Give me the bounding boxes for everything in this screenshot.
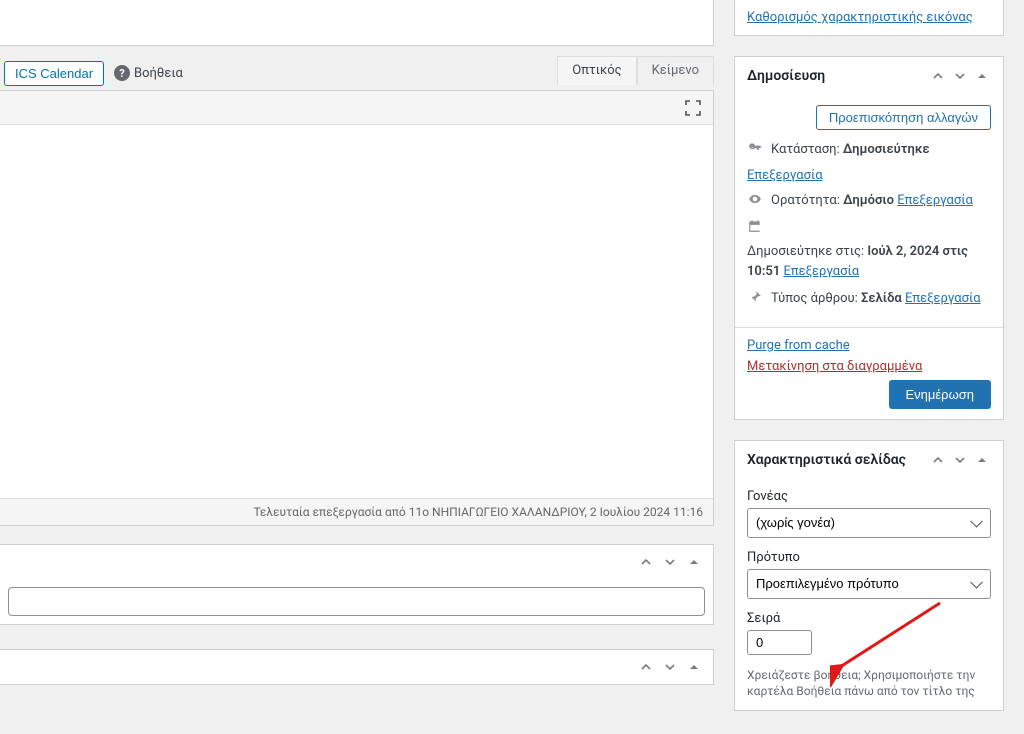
- caret-toggle-icon[interactable]: [973, 451, 991, 469]
- order-input[interactable]: [747, 630, 812, 655]
- chevron-down-icon[interactable]: [661, 553, 679, 571]
- edit-post-type-link[interactable]: Επεξεργασία: [905, 291, 981, 306]
- chevron-up-icon[interactable]: [637, 658, 655, 676]
- parent-label: Γονέας: [747, 489, 991, 504]
- edit-date-link[interactable]: Επεξεργασία: [783, 264, 859, 279]
- editor-last-edit-status: Τελευταία επεξεργασία από 11ο ΝΗΠΙΑΓΩΓΕΙ…: [0, 498, 713, 525]
- fullscreen-icon[interactable]: [683, 98, 703, 118]
- eye-icon: [747, 191, 763, 207]
- preview-changes-button[interactable]: Προεπισκόπηση αλλαγών: [816, 105, 991, 130]
- editor-help-label: Βοήθεια: [134, 66, 183, 81]
- published-on-label: Δημοσιεύτηκε στις:: [747, 244, 864, 259]
- metabox-featured-image: Καθορισμός χαρακτηριστικής εικόνας: [734, 0, 1004, 36]
- caret-toggle-icon[interactable]: [685, 553, 703, 571]
- caret-toggle-icon[interactable]: [973, 67, 991, 85]
- visibility-value: Δημόσιο: [843, 193, 894, 208]
- chevron-up-icon[interactable]: [929, 451, 947, 469]
- editor-visual-toolbar: [0, 91, 713, 125]
- page-attributes-panel-title: Χαρακτηριστικά σελίδας: [747, 452, 906, 468]
- metabox-row-1: [0, 544, 714, 625]
- move-to-trash-link[interactable]: Μετακίνηση στα διαγραμμένα: [747, 359, 991, 374]
- status-label: Κατάσταση:: [771, 142, 840, 157]
- calendar-icon: [747, 218, 763, 234]
- metabox-row-2: [0, 649, 714, 685]
- tab-visual[interactable]: Οπτικός: [557, 56, 636, 85]
- pin-icon: [747, 289, 763, 305]
- chevron-up-icon[interactable]: [929, 67, 947, 85]
- status-value: Δημοσιεύτηκε: [843, 142, 930, 157]
- chevron-down-icon[interactable]: [951, 451, 969, 469]
- page-attributes-help-note: Χρειάζεστε βοήθεια; Χρησιμοποιήστε την κ…: [747, 667, 991, 701]
- editor-mode-tabs: Οπτικός Κείμενο: [557, 56, 714, 85]
- help-icon: ?: [114, 65, 130, 81]
- caret-toggle-icon[interactable]: [685, 658, 703, 676]
- edit-status-link[interactable]: Επεξεργασία: [747, 168, 823, 183]
- editor-body[interactable]: Τελευταία επεξεργασία από 11ο ΝΗΠΙΑΓΩΓΕΙ…: [0, 90, 714, 526]
- editor-main-column: ICS Calendar ? Βοήθεια Οπτικός Κείμενο Τ…: [0, 0, 714, 734]
- publish-panel-title: Δημοσίευση: [747, 68, 825, 84]
- chevron-down-icon[interactable]: [951, 67, 969, 85]
- sidebar: Καθορισμός χαρακτηριστικής εικόνας Δημοσ…: [734, 0, 1004, 731]
- title-box-fragment: [0, 0, 714, 46]
- metabox-publish: Δημοσίευση Προεπισκόπηση αλλαγών: [734, 56, 1004, 420]
- chevron-up-icon[interactable]: [637, 553, 655, 571]
- editor-insert-toolbar: ICS Calendar ? Βοήθεια Οπτικός Κείμενο: [0, 56, 714, 90]
- metabox-text-field[interactable]: [8, 587, 705, 616]
- post-type-value: Σελίδα: [861, 291, 902, 306]
- template-label: Πρότυπο: [747, 550, 991, 565]
- metabox-page-attributes: Χαρακτηριστικά σελίδας Γονέας (χωρίς γον…: [734, 440, 1004, 712]
- update-button[interactable]: Ενημέρωση: [889, 380, 992, 409]
- editor-help-chip[interactable]: ? Βοήθεια: [114, 65, 183, 81]
- order-label: Σειρά: [747, 611, 991, 626]
- set-featured-image-link[interactable]: Καθορισμός χαρακτηριστικής εικόνας: [747, 10, 973, 25]
- chevron-down-icon[interactable]: [661, 658, 679, 676]
- purge-cache-link[interactable]: Purge from cache: [747, 338, 991, 353]
- edit-visibility-link[interactable]: Επεξεργασία: [897, 193, 973, 208]
- parent-select[interactable]: (χωρίς γονέα): [747, 508, 991, 538]
- tab-text[interactable]: Κείμενο: [637, 56, 714, 85]
- template-select[interactable]: Προεπιλεγμένο πρότυπο: [747, 569, 991, 599]
- key-icon: [747, 140, 763, 156]
- visibility-label: Ορατότητα:: [771, 193, 840, 208]
- post-type-label: Τύπος άρθρου:: [771, 291, 858, 306]
- ics-calendar-button[interactable]: ICS Calendar: [4, 61, 104, 86]
